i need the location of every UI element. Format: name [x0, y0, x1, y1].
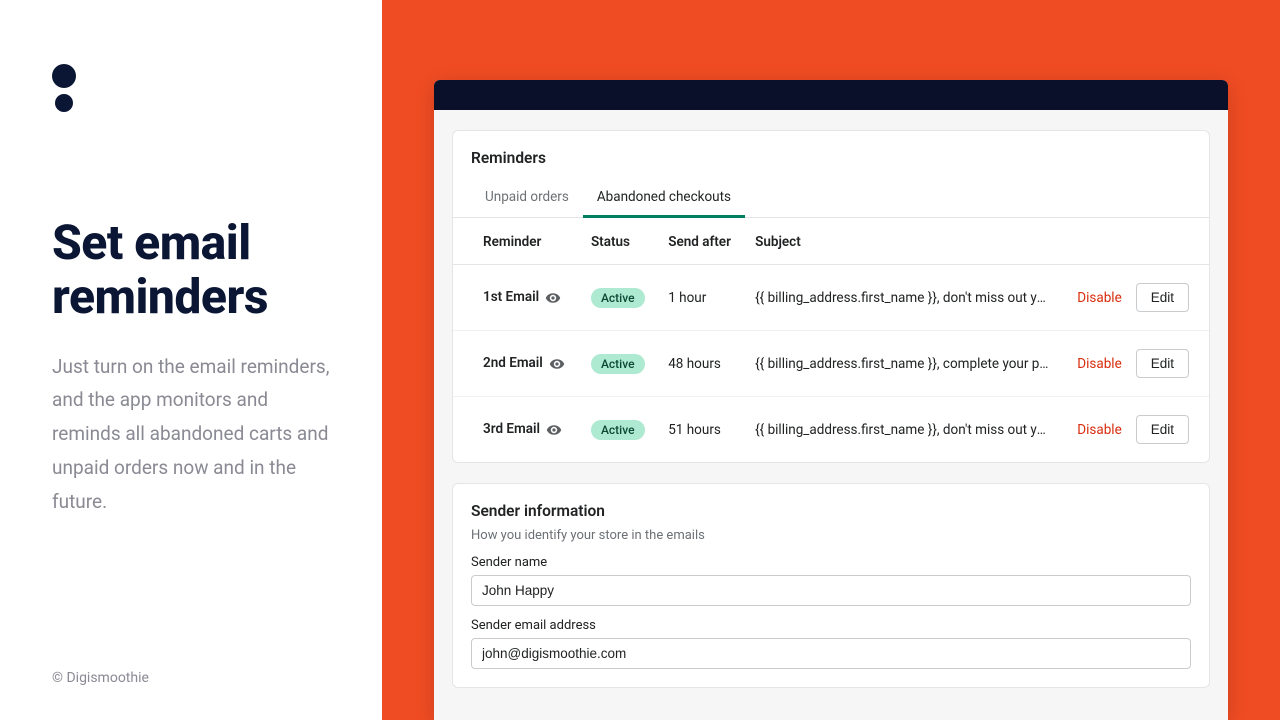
hero-description: Just turn on the email reminders, and th… — [52, 350, 330, 519]
app-window: Reminders Unpaid orders Abandoned checko… — [434, 80, 1228, 720]
sender-subtitle: How you identify your store in the email… — [453, 520, 1209, 543]
edit-button[interactable]: Edit — [1136, 349, 1189, 378]
reminder-send-after: 1 hour — [658, 265, 745, 331]
sender-name-input[interactable] — [471, 575, 1191, 606]
reminder-subject: {{ billing_address.first_name }}, don't … — [745, 265, 1060, 331]
table-row: 2nd Email Active 48 hours{{ billing_addres… — [453, 331, 1209, 397]
edit-button[interactable]: Edit — [1136, 415, 1189, 444]
col-status: Status — [581, 218, 658, 265]
reminder-name: 1st Email — [453, 265, 581, 331]
reminders-card: Reminders Unpaid orders Abandoned checko… — [452, 130, 1210, 463]
preview-icon[interactable] — [545, 290, 561, 306]
reminders-title: Reminders — [453, 131, 1209, 167]
reminder-send-after: 48 hours — [658, 331, 745, 397]
reminder-subject: {{ billing_address.first_name }}, don't … — [745, 397, 1060, 463]
preview-icon[interactable] — [549, 356, 565, 372]
sender-email-input[interactable] — [471, 638, 1191, 669]
preview-icon[interactable] — [546, 422, 562, 438]
status-badge: Active — [591, 354, 645, 374]
reminders-tabs: Unpaid orders Abandoned checkouts — [453, 167, 1209, 218]
sender-name-label: Sender name — [471, 555, 1191, 570]
screenshot-panel: Reminders Unpaid orders Abandoned checko… — [382, 0, 1280, 720]
sender-info-card: Sender information How you identify your… — [452, 483, 1210, 688]
table-row: 1st Email Active 1 hour{{ billing_address.… — [453, 265, 1209, 331]
reminders-table: Reminder Status Send after Subject 1st E… — [453, 218, 1209, 462]
reminder-name: 3rd Email — [453, 397, 581, 463]
sender-title: Sender information — [453, 484, 1209, 520]
reminder-subject: {{ billing_address.first_name }}, comple… — [745, 331, 1060, 397]
status-badge: Active — [591, 288, 645, 308]
logo-dot-icon — [55, 94, 73, 112]
reminder-status: Active — [581, 331, 658, 397]
col-reminder: Reminder — [453, 218, 581, 265]
hero-title: Set email reminders — [52, 216, 330, 324]
disable-link[interactable]: Disable — [1077, 422, 1121, 438]
reminder-name: 2nd Email — [453, 331, 581, 397]
marketing-panel: Set email reminders Just turn on the ema… — [0, 0, 382, 720]
tab-unpaid-orders[interactable]: Unpaid orders — [471, 181, 583, 218]
brand-logo — [52, 64, 330, 112]
reminder-send-after: 51 hours — [658, 397, 745, 463]
col-send-after: Send after — [658, 218, 745, 265]
status-badge: Active — [591, 420, 645, 440]
copyright-text: © Digismoothie — [52, 670, 149, 686]
disable-link[interactable]: Disable — [1077, 356, 1121, 372]
edit-button[interactable]: Edit — [1136, 283, 1189, 312]
logo-dot-icon — [52, 64, 76, 88]
disable-link[interactable]: Disable — [1077, 290, 1121, 306]
reminder-status: Active — [581, 397, 658, 463]
sender-email-label: Sender email address — [471, 618, 1191, 633]
tab-abandoned-checkouts[interactable]: Abandoned checkouts — [583, 181, 745, 218]
reminder-status: Active — [581, 265, 658, 331]
table-row: 3rd Email Active 51 hours{{ billing_addres… — [453, 397, 1209, 463]
col-subject: Subject — [745, 218, 1060, 265]
window-titlebar — [434, 80, 1228, 110]
